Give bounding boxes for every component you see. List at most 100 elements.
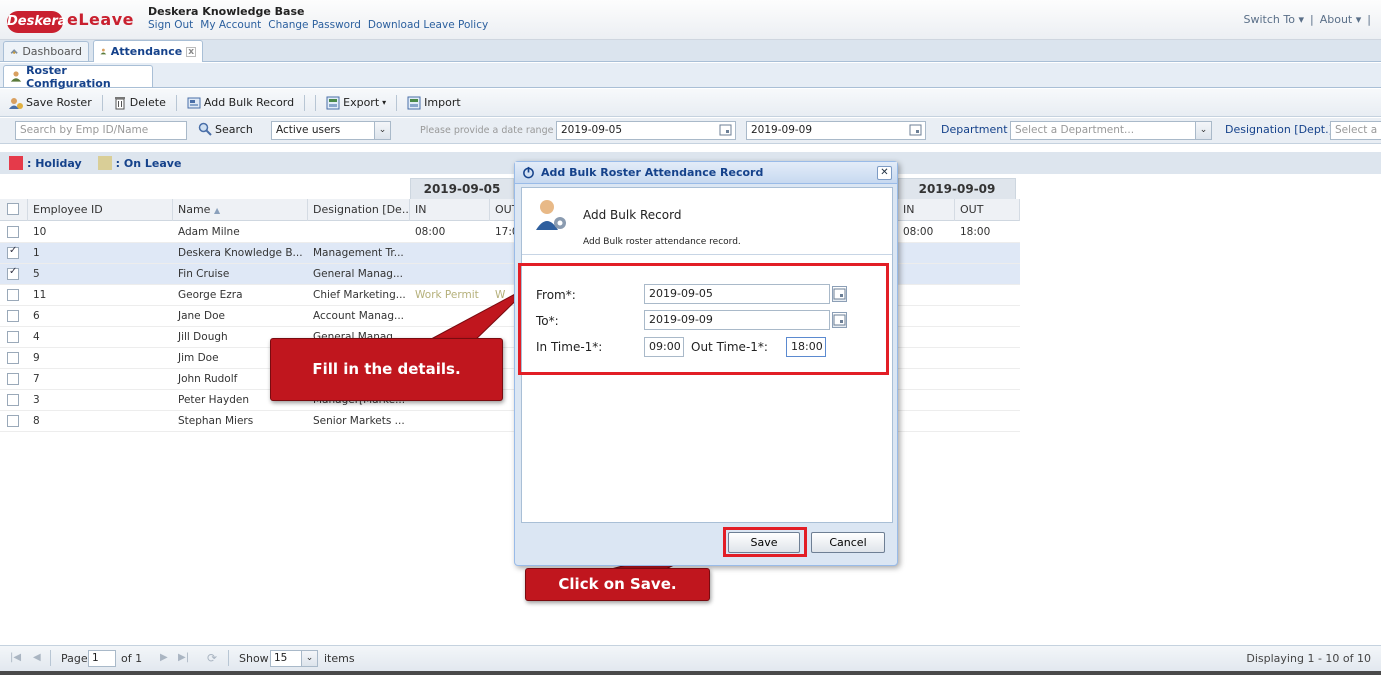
filter-bar: Search by Emp ID/Name Search Active user… <box>0 118 1381 144</box>
out-time-cell <box>490 243 514 264</box>
department-label: Department : <box>941 123 1015 136</box>
designation-cell: Account Manag... <box>313 310 404 322</box>
app-logo[interactable]: Deskera eLeave <box>7 10 137 33</box>
export-button[interactable]: Export ▾ <box>323 96 389 110</box>
page-number-input[interactable]: 1 <box>88 650 116 667</box>
prev-page-icon[interactable]: ◀ <box>33 652 41 663</box>
export-icon <box>326 96 340 109</box>
name-cell: Stephan Miers <box>178 415 254 427</box>
name-cell: Jane Doe <box>178 310 225 322</box>
column-in[interactable]: IN <box>898 199 955 221</box>
my-account-link[interactable]: My Account <box>200 19 261 31</box>
toolbar-separator <box>101 94 103 111</box>
close-icon[interactable]: ✕ <box>877 166 892 180</box>
out-time-cell <box>955 348 1020 369</box>
dialog-title-bar[interactable]: Add Bulk Roster Attendance Record ✕ <box>515 162 897 184</box>
add-bulk-icon <box>187 97 201 108</box>
switch-to-label: Switch To <box>1243 13 1295 26</box>
date-range-hint: Please provide a date range <box>420 125 554 136</box>
chevron-down-icon[interactable]: ⌄ <box>374 122 390 139</box>
out-time-cell <box>955 369 1020 390</box>
first-page-icon[interactable]: |◀ <box>10 652 21 663</box>
download-policy-link[interactable]: Download Leave Policy <box>368 19 488 31</box>
chevron-down-icon[interactable]: ⌄ <box>1195 122 1211 139</box>
row-checkbox[interactable] <box>7 331 19 343</box>
employee-id-cell: 11 <box>33 289 47 301</box>
row-checkbox[interactable] <box>7 352 19 364</box>
user-filter-select[interactable]: Active users ⌄ <box>271 121 391 140</box>
form-highlight-box <box>518 263 889 375</box>
change-password-link[interactable]: Change Password <box>268 19 361 31</box>
save-roster-button[interactable]: Save Roster <box>6 96 95 110</box>
refresh-icon[interactable]: ⟳ <box>207 651 217 665</box>
in-time-cell <box>898 411 955 432</box>
about-menu[interactable]: About ▾ <box>1320 13 1362 26</box>
toolbar: Save Roster Delete Add Bulk Record Expor… <box>0 89 1381 117</box>
row-checkbox[interactable] <box>7 266 19 280</box>
designation-select[interactable]: Select a <box>1330 121 1381 140</box>
tab-close-icon[interactable]: x <box>186 46 196 57</box>
employee-id-cell: 6 <box>33 310 40 322</box>
employee-id-cell: 7 <box>33 373 40 385</box>
save-roster-label: Save Roster <box>26 96 92 109</box>
dialog-heading: Add Bulk Record <box>583 208 682 222</box>
row-checkbox[interactable] <box>7 415 19 427</box>
date-to-field[interactable]: 2019-09-09 <box>746 121 926 140</box>
delete-button[interactable]: Delete <box>110 96 169 110</box>
employee-id-cell: 8 <box>33 415 40 427</box>
cancel-button[interactable]: Cancel <box>811 532 885 553</box>
out-time-cell: 17:0 <box>495 226 514 238</box>
switch-to-menu[interactable]: Switch To ▾ <box>1244 13 1304 26</box>
search-button[interactable]: Search <box>198 122 253 136</box>
select-all-checkbox[interactable] <box>7 203 19 215</box>
department-select[interactable]: Select a Department... ⌄ <box>1010 121 1212 140</box>
out-time-cell <box>490 264 514 285</box>
holiday-swatch <box>9 156 23 170</box>
holiday-legend-label: : Holiday <box>27 156 82 170</box>
import-button[interactable]: Import <box>404 96 464 110</box>
row-checkbox[interactable] <box>7 394 19 406</box>
next-page-icon[interactable]: ▶ <box>160 652 168 663</box>
chevron-down-icon[interactable]: ⌄ <box>301 651 317 666</box>
date-group-header: 2019-09-05 <box>410 178 514 200</box>
name-cell: Deskera Knowledge B... <box>178 247 303 259</box>
employee-id-cell: 5 <box>33 268 40 280</box>
last-page-icon[interactable]: ▶| <box>178 652 189 663</box>
calendar-icon[interactable] <box>718 122 735 139</box>
row-checkbox[interactable] <box>7 245 19 259</box>
out-time-cell <box>490 411 514 432</box>
search-input[interactable]: Search by Emp ID/Name <box>15 121 187 140</box>
date-from-value: 2019-09-05 <box>561 124 623 136</box>
in-time-cell <box>898 264 955 285</box>
trash-icon <box>114 96 125 109</box>
divider <box>50 650 51 666</box>
tab-roster-label: Roster Configuration <box>26 63 111 90</box>
date-from-field[interactable]: 2019-09-05 <box>556 121 736 140</box>
column-out[interactable]: OUT <box>955 199 1020 221</box>
out-time-cell <box>955 390 1020 411</box>
tab-roster-configuration[interactable]: Roster Configuration <box>3 63 153 90</box>
page-size-select[interactable]: 15 ⌄ <box>270 650 318 667</box>
designation-cell: Management Tr... <box>313 247 404 259</box>
row-checkbox[interactable] <box>7 373 19 385</box>
column-in[interactable]: IN <box>410 199 490 221</box>
employee-id-cell: 4 <box>33 331 40 343</box>
tab-attendance[interactable]: Attendance x <box>93 40 203 62</box>
row-checkbox[interactable] <box>7 310 19 322</box>
calendar-icon[interactable] <box>908 122 925 139</box>
row-checkbox[interactable] <box>7 289 19 301</box>
sign-out-link[interactable]: Sign Out <box>148 19 193 31</box>
search-icon <box>198 122 212 136</box>
toolbar-separator <box>315 94 317 111</box>
chevron-down-icon: ▾ <box>382 98 387 107</box>
column-designation[interactable]: Designation [De... <box>308 199 410 221</box>
column-employee-id[interactable]: Employee ID <box>28 199 173 221</box>
tab-dashboard[interactable]: Dashboard <box>3 41 89 61</box>
date-group-header: 2019-09-09 <box>898 178 1016 200</box>
row-checkbox[interactable] <box>7 226 19 238</box>
click-save-callout: Click on Save. <box>525 568 710 601</box>
add-bulk-record-button[interactable]: Add Bulk Record <box>184 96 297 110</box>
in-time-cell <box>410 243 490 264</box>
header-right-links: Switch To ▾ | About ▾ | <box>1244 13 1371 26</box>
column-name[interactable]: Name ▲ <box>173 199 308 221</box>
